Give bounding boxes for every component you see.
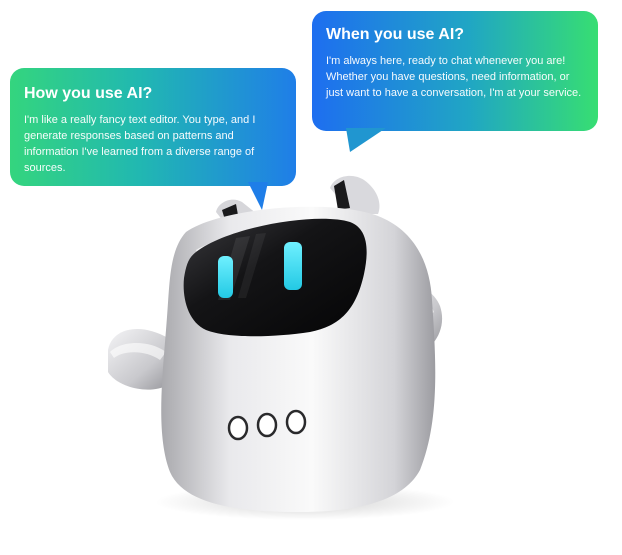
robot-right-eye (284, 242, 302, 290)
robot-left-eye (218, 256, 233, 298)
robot-mascot-icon (108, 175, 455, 520)
